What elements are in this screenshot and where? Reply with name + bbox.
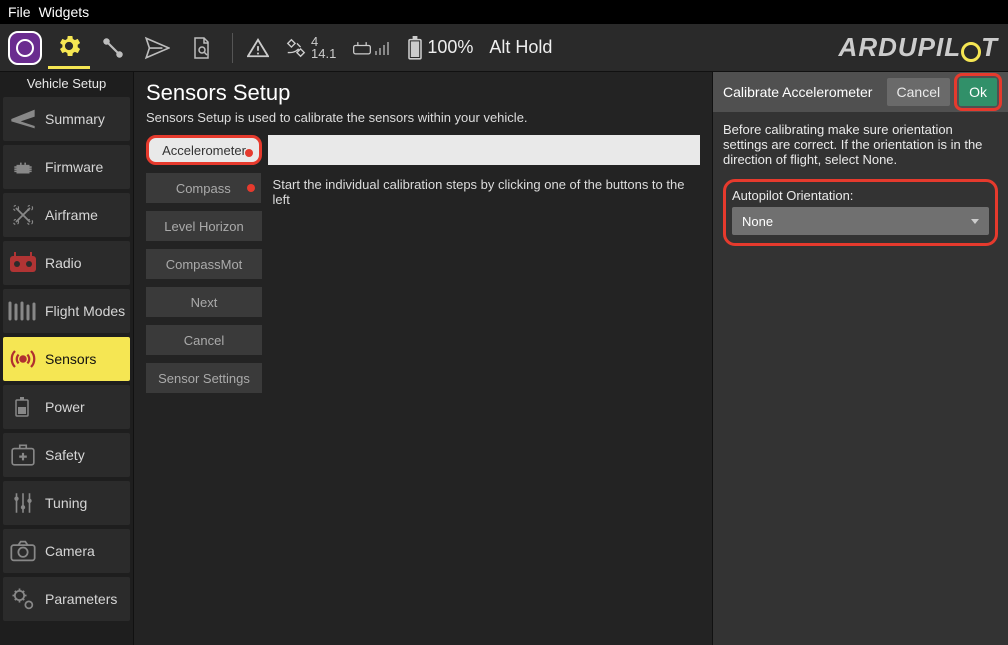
panel-help-text: Before calibrating make sure orientation…: [723, 122, 998, 167]
panel-cancel-button[interactable]: Cancel: [887, 78, 951, 106]
satellite-icon: [285, 37, 307, 59]
compass-button[interactable]: Compass: [146, 173, 261, 203]
radio-icon: [7, 247, 39, 279]
sidebar-item-label: Airframe: [45, 207, 98, 223]
button-label: Accelerometer: [162, 143, 246, 158]
gps-hdop: 14.1: [311, 48, 336, 60]
sidebar-item-label: Sensors: [45, 351, 96, 367]
accelerometer-status-lane: [268, 135, 700, 165]
menu-widgets[interactable]: Widgets: [39, 4, 90, 20]
sensors-setup-page: Sensors Setup Sensors Setup is used to c…: [134, 72, 712, 645]
chip-icon: [7, 151, 39, 183]
toolbar-status-group: 4 14.1 100% Alt Hold: [247, 36, 552, 60]
button-label: Next: [191, 295, 218, 310]
battery-percent: 100%: [427, 37, 473, 58]
sidebar-item-label: Tuning: [45, 495, 87, 511]
quad-icon: [7, 199, 39, 231]
sidebar-item-sensors[interactable]: Sensors: [3, 337, 130, 381]
sidebar-item-label: Flight Modes: [45, 303, 125, 319]
messages-icon[interactable]: [247, 37, 269, 59]
battery-icon: [407, 36, 423, 60]
vehicle-setup-sidebar: Vehicle Setup Summary Firmware Airframe …: [0, 72, 134, 645]
toolbar-fly-button[interactable]: [136, 27, 178, 69]
sliders-icon: [7, 487, 39, 519]
sidebar-item-label: Safety: [45, 447, 85, 463]
button-label: Compass: [176, 181, 231, 196]
brand-text-2: PIL: [918, 32, 961, 62]
ok-highlight: Ok: [954, 73, 1002, 111]
sidebar-item-airframe[interactable]: Airframe: [3, 193, 130, 237]
page-subtitle: Sensors Setup is used to calibrate the s…: [146, 110, 700, 125]
instruction-text: Start the individual calibration steps b…: [273, 177, 700, 207]
signal-bars-icon: [375, 41, 391, 55]
accelerometer-button[interactable]: Accelerometer: [146, 135, 262, 165]
sidebar-item-safety[interactable]: Safety: [3, 433, 130, 477]
toolbar-plan-button[interactable]: [92, 27, 134, 69]
battery2-icon: [7, 391, 39, 423]
plane-icon: [7, 103, 39, 135]
sidebar-item-label: Summary: [45, 111, 105, 127]
page-title: Sensors Setup: [146, 80, 700, 106]
toolbar-separator: [232, 33, 233, 63]
next-button[interactable]: Next: [146, 287, 262, 317]
radio-controller-icon: [352, 40, 372, 56]
camera-icon: [7, 535, 39, 567]
wave-icon: [7, 295, 39, 327]
battery-status[interactable]: 100%: [407, 36, 473, 60]
sensor-settings-button[interactable]: Sensor Settings: [146, 363, 262, 393]
sidebar-item-label: Power: [45, 399, 85, 415]
waypoint-icon: [100, 35, 126, 61]
sidebar-item-parameters[interactable]: Parameters: [3, 577, 130, 621]
calibrate-panel: Calibrate Accelerometer Cancel Ok Before…: [712, 72, 1008, 645]
brand-logo: ARDUPILOT: [839, 32, 998, 64]
brand-text-3: O: [961, 42, 981, 62]
app-logo-button[interactable]: [4, 27, 46, 69]
button-label: CompassMot: [166, 257, 243, 272]
menu-file[interactable]: File: [8, 4, 31, 20]
sidebar-item-label: Firmware: [45, 159, 103, 175]
rc-status[interactable]: [352, 40, 391, 56]
sidebar-item-label: Radio: [45, 255, 82, 271]
level-horizon-button[interactable]: Level Horizon: [146, 211, 262, 241]
main-toolbar: 4 14.1 100% Alt Hold ARDUPILOT: [0, 24, 1008, 72]
button-label: Cancel: [184, 333, 224, 348]
document-search-icon: [189, 36, 213, 60]
panel-ok-button[interactable]: Ok: [959, 78, 997, 106]
status-dot-red: [247, 184, 255, 192]
toolbar-analyze-button[interactable]: [180, 27, 222, 69]
sidebar-item-power[interactable]: Power: [3, 385, 130, 429]
flight-mode-label[interactable]: Alt Hold: [489, 37, 552, 58]
compassmot-button[interactable]: CompassMot: [146, 249, 262, 279]
orientation-value: None: [742, 214, 773, 229]
sensors-icon: [7, 343, 39, 375]
sidebar-item-summary[interactable]: Summary: [3, 97, 130, 141]
cancel-step-button[interactable]: Cancel: [146, 325, 262, 355]
status-dot-red: [245, 149, 253, 157]
paper-plane-icon: [144, 35, 170, 61]
menu-bar: File Widgets: [0, 0, 1008, 24]
sidebar-title: Vehicle Setup: [0, 72, 133, 95]
panel-header: Calibrate Accelerometer Cancel Ok: [713, 72, 1008, 112]
sidebar-item-label: Camera: [45, 543, 95, 559]
button-label: Sensor Settings: [158, 371, 250, 386]
orientation-select[interactable]: None: [732, 207, 989, 235]
button-label: Level Horizon: [164, 219, 244, 234]
brand-text-1: ARDU: [839, 32, 918, 62]
gears2-icon: [7, 583, 39, 615]
gears-icon: [55, 32, 83, 60]
sidebar-item-firmware[interactable]: Firmware: [3, 145, 130, 189]
sidebar-item-label: Parameters: [45, 591, 117, 607]
qgc-logo-icon: [8, 31, 42, 65]
toolbar-setup-button[interactable]: [48, 27, 90, 69]
orientation-block: Autopilot Orientation: None: [723, 179, 998, 246]
panel-body: Before calibrating make sure orientation…: [713, 112, 1008, 256]
orientation-label: Autopilot Orientation:: [732, 188, 989, 203]
panel-title: Calibrate Accelerometer: [723, 84, 883, 100]
gps-status[interactable]: 4 14.1: [285, 36, 336, 60]
sidebar-item-radio[interactable]: Radio: [3, 241, 130, 285]
sidebar-item-flight-modes[interactable]: Flight Modes: [3, 289, 130, 333]
sidebar-item-camera[interactable]: Camera: [3, 529, 130, 573]
medkit-icon: [7, 439, 39, 471]
sidebar-item-tuning[interactable]: Tuning: [3, 481, 130, 525]
